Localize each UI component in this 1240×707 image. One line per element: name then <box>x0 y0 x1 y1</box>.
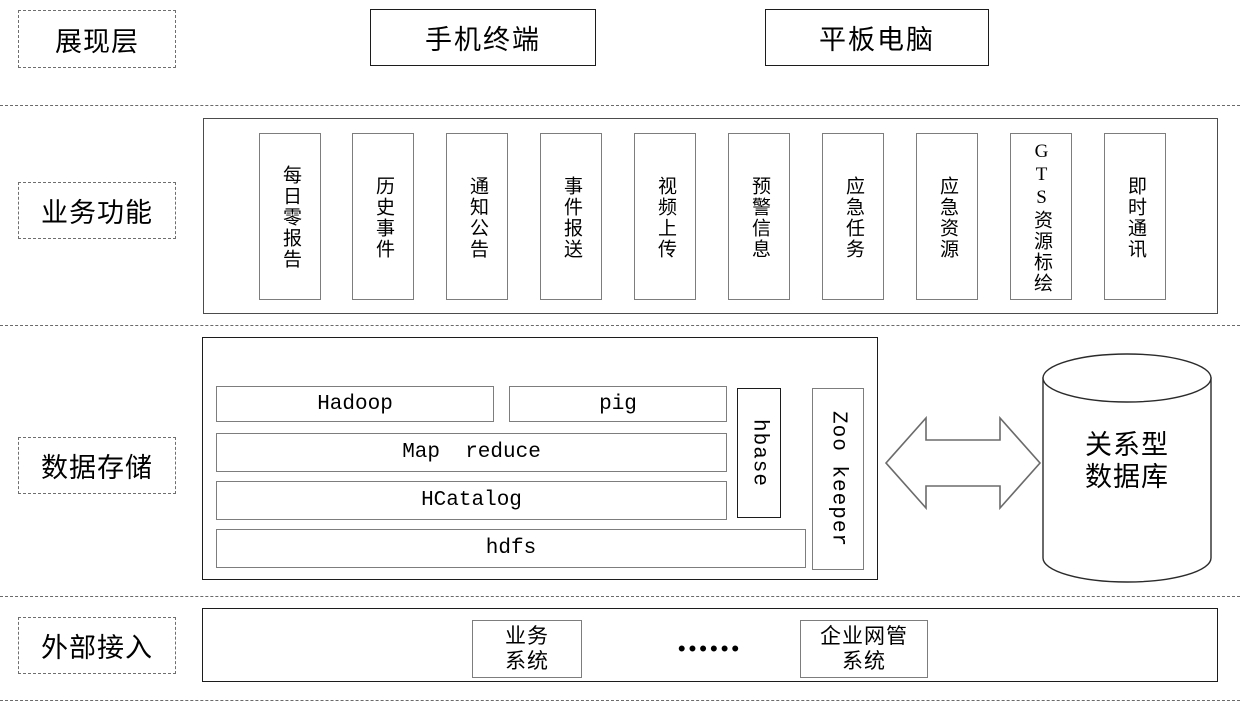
hadoop-component-hdfs[interactable]: hdfs <box>216 529 806 568</box>
component-label: Hadoop <box>317 392 393 416</box>
architecture-diagram: 展现层 业务功能 数据存储 外部接入 手机终端 平板电脑 每日零报告 历史事件 … <box>0 0 1240 707</box>
terminal-mobile-phone: 手机终端 <box>370 9 596 66</box>
external-item-label: 业务 系统 <box>505 624 549 674</box>
business-item-label: 应急任务 <box>843 175 865 260</box>
terminal-tablet: 平板电脑 <box>765 9 989 66</box>
business-item-emergency-resource[interactable]: 应急资源 <box>916 133 978 300</box>
database-label: 关系型 数据库 <box>1041 430 1213 494</box>
layer-separator-1 <box>0 105 1240 106</box>
business-item-gts-resource-plotting[interactable]: GTS资源标绘 <box>1010 133 1072 300</box>
component-label: pig <box>599 392 637 416</box>
layer-label-presentation: 展现层 <box>18 10 176 68</box>
external-item-business-system[interactable]: 业务 系统 <box>472 620 582 678</box>
layer-label-storage: 数据存储 <box>18 437 176 494</box>
external-item-line2: 系统 <box>842 649 886 673</box>
bidirectional-arrow-icon <box>884 411 1042 515</box>
layer-label-text: 外部接入 <box>41 633 153 663</box>
business-item-emergency-task[interactable]: 应急任务 <box>822 133 884 300</box>
business-item-label: 视频上传 <box>655 175 677 260</box>
external-ellipsis: •••••• <box>677 636 743 661</box>
business-item-historical-events[interactable]: 历史事件 <box>352 133 414 300</box>
database-label-line2: 数据库 <box>1085 461 1169 492</box>
layer-separator-4 <box>0 700 1240 701</box>
layer-label-text: 业务功能 <box>41 198 153 228</box>
business-item-label: 即时通讯 <box>1125 175 1147 260</box>
layer-separator-3 <box>0 596 1240 597</box>
hadoop-component-hadoop[interactable]: Hadoop <box>216 386 494 422</box>
business-item-video-upload[interactable]: 视频上传 <box>634 133 696 300</box>
business-item-label: GTS资源标绘 <box>1031 141 1053 294</box>
component-label: Zoo keeper <box>826 410 850 548</box>
business-item-label: 通知公告 <box>467 175 489 260</box>
hadoop-component-hcatalog[interactable]: HCatalog <box>216 481 727 520</box>
layer-separator-2 <box>0 325 1240 326</box>
external-item-line2: 系统 <box>505 649 549 673</box>
business-item-label: 历史事件 <box>373 175 395 260</box>
external-item-line1: 业务 <box>505 623 549 648</box>
business-item-event-reporting[interactable]: 事件报送 <box>540 133 602 300</box>
business-item-daily-zero-report[interactable]: 每日零报告 <box>259 133 321 300</box>
business-item-label: 事件报送 <box>561 175 583 260</box>
terminal-label: 平板电脑 <box>819 25 935 55</box>
external-item-enterprise-network-management-system[interactable]: 企业网管 系统 <box>800 620 928 678</box>
business-item-label: 每日零报告 <box>280 165 302 270</box>
layer-label-business: 业务功能 <box>18 182 176 239</box>
terminal-label: 手机终端 <box>425 25 541 55</box>
external-item-line1: 企业网管 <box>820 623 908 648</box>
hadoop-component-mapreduce[interactable]: Map reduce <box>216 433 727 472</box>
business-item-notice-announcement[interactable]: 通知公告 <box>446 133 508 300</box>
hadoop-component-zookeeper[interactable]: Zoo keeper <box>812 388 864 570</box>
component-label: hdfs <box>485 537 537 560</box>
external-item-label: 企业网管 系统 <box>820 624 908 674</box>
hadoop-component-hbase[interactable]: hbase <box>737 388 781 518</box>
hadoop-component-pig[interactable]: pig <box>509 386 727 422</box>
business-item-instant-messaging[interactable]: 即时通讯 <box>1104 133 1166 300</box>
relational-database-cylinder[interactable]: 关系型 数据库 <box>1041 352 1213 584</box>
layer-label-text: 数据存储 <box>41 453 153 483</box>
layer-label-text: 展现层 <box>55 26 139 57</box>
layer-label-external: 外部接入 <box>18 617 176 674</box>
database-label-line1: 关系型 <box>1085 430 1169 460</box>
business-item-early-warning-info[interactable]: 预警信息 <box>728 133 790 300</box>
component-label: hbase <box>747 418 771 487</box>
business-item-label: 应急资源 <box>937 175 959 260</box>
component-label: Map reduce <box>402 441 541 464</box>
business-item-label: 预警信息 <box>749 175 771 260</box>
component-label: HCatalog <box>421 489 522 512</box>
